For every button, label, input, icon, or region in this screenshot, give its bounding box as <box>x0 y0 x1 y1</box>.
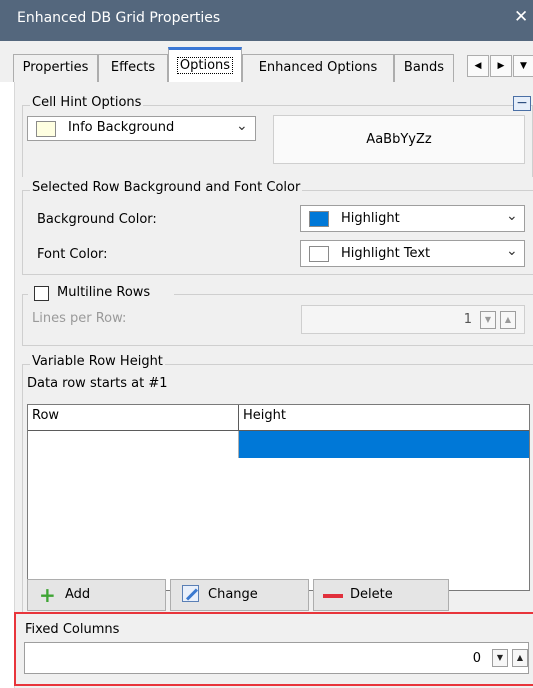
fixed-columns-spinner[interactable]: 0 ▼ ▲ <box>24 642 529 674</box>
font-color-label: Font Color: <box>37 247 108 262</box>
delete-button[interactable]: Delete <box>313 579 449 611</box>
spinner-value: 1 <box>463 312 472 327</box>
tab-label: Enhanced Options <box>258 60 378 75</box>
data-row-info: Data row starts at #1 <box>27 376 168 391</box>
cell-hint-color-combo[interactable]: Info Background ⌄ <box>27 116 256 141</box>
minus-icon <box>323 594 343 598</box>
tab-scroll-down-button[interactable]: ▼ <box>513 55 533 77</box>
row-height-grid[interactable]: Row Height <box>27 404 530 591</box>
background-color-label: Background Color: <box>37 212 157 227</box>
tab-label: Options <box>176 57 234 74</box>
lines-per-row-label: Lines per Row: <box>32 311 127 326</box>
edit-icon <box>182 585 199 602</box>
table-row-cell-height[interactable] <box>239 431 529 458</box>
lines-per-row-spinner[interactable]: 1 ▼ ▲ <box>301 305 525 334</box>
column-header-row[interactable]: Row <box>28 405 239 431</box>
add-button[interactable]: + Add <box>27 579 166 611</box>
combo-value: Highlight Text <box>341 246 431 261</box>
tab-label: Properties <box>22 60 89 75</box>
multiline-checkbox[interactable] <box>34 286 49 301</box>
tab-scroll-left-button[interactable]: ◀ <box>467 55 489 77</box>
spin-down-icon[interactable]: ▼ <box>480 311 496 329</box>
table-row-cell-row[interactable] <box>28 431 239 458</box>
spin-up-icon[interactable]: ▲ <box>512 649 528 667</box>
close-icon[interactable]: ✕ <box>514 7 528 27</box>
pencil-icon <box>185 588 199 601</box>
color-swatch <box>309 211 329 227</box>
tab-scroll-right-button[interactable]: ▶ <box>490 55 512 77</box>
delete-button-label: Delete <box>350 587 393 602</box>
window-title: Enhanced DB Grid Properties <box>17 10 221 26</box>
combo-value: Highlight <box>341 211 400 226</box>
variable-height-group-label: Variable Row Height <box>30 354 165 369</box>
tab-effects[interactable]: Effects <box>98 54 168 82</box>
spin-up-icon[interactable]: ▲ <box>500 311 516 329</box>
column-header-height[interactable]: Height <box>239 405 529 431</box>
add-button-label: Add <box>65 587 91 602</box>
chevron-down-icon: ⌄ <box>506 243 518 259</box>
spinner-value: 0 <box>472 651 481 666</box>
tab-enhanced-options[interactable]: Enhanced Options <box>242 54 394 82</box>
chevron-down-icon: ⌄ <box>236 118 248 134</box>
font-color-combo[interactable]: Highlight Text ⌄ <box>300 240 525 267</box>
hint-preview-box: AaBbYyZz <box>273 115 525 164</box>
tab-bands[interactable]: Bands <box>394 54 454 82</box>
cell-hint-group-label: Cell Hint Options <box>30 95 144 110</box>
chevron-down-icon: ⌄ <box>506 208 518 224</box>
tab-label: Effects <box>110 60 156 75</box>
background-color-combo[interactable]: Highlight ⌄ <box>300 205 525 232</box>
combo-value: Info Background <box>68 120 175 135</box>
tab-properties[interactable]: Properties <box>13 54 98 82</box>
tab-options[interactable]: Options <box>168 47 242 83</box>
fixed-columns-label: Fixed Columns <box>25 622 120 637</box>
change-button[interactable]: Change <box>170 579 309 611</box>
color-swatch <box>309 246 329 262</box>
spin-down-icon[interactable]: ▼ <box>492 649 508 667</box>
color-swatch <box>36 121 56 137</box>
collapse-icon[interactable]: − <box>513 96 531 111</box>
selected-row-group-label: Selected Row Background and Font Color <box>30 180 303 195</box>
change-button-label: Change <box>208 587 258 602</box>
plus-icon: + <box>39 583 56 607</box>
tab-label: Bands <box>403 60 445 75</box>
multiline-checkbox-label: Multiline Rows <box>57 285 151 300</box>
